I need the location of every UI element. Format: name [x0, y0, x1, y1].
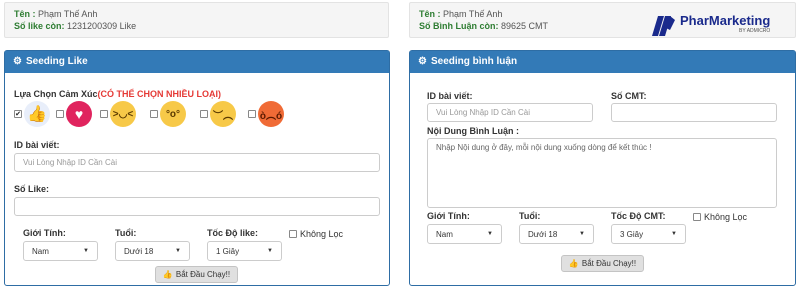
gender-select[interactable]: Nam ▼: [427, 224, 502, 244]
chevron-down-icon: ▼: [487, 231, 493, 237]
logo-brand-text: PharMarketing: [680, 13, 771, 28]
content-label: Nội Dung Bình Luận :: [427, 126, 519, 136]
post-id-label: ID bài viết:: [427, 91, 473, 101]
logo-mark-icon: [652, 16, 675, 36]
gender-label: Giới Tính:: [23, 228, 66, 238]
speed-select[interactable]: 3 Giây ▼: [611, 224, 686, 244]
like-remaining-label: Số like còn:: [14, 21, 65, 31]
gender-select[interactable]: Nam ▼: [23, 241, 98, 261]
no-filter-label: Không Lọc: [704, 212, 748, 222]
start-comment-label: Bắt Đầu Chạy!!: [581, 259, 637, 268]
content-textarea[interactable]: Nhập Nội dung ở đây, mỗi nội dung xuống …: [427, 138, 777, 208]
wow-icon: °o°: [160, 101, 186, 127]
seeding-like-panel: ⚙ Seeding Like Lựa Chọn Cảm Xúc(CÓ THỂ CH…: [4, 50, 390, 286]
post-id-input[interactable]: Vui Lòng Nhập ID Cần Cài: [427, 103, 593, 122]
thumbs-up-icon: 👍: [162, 270, 173, 279]
age-select[interactable]: Dưới 18 ▼: [115, 241, 190, 261]
gender-value: Nam: [32, 246, 49, 256]
like-count-input[interactable]: [14, 197, 380, 216]
emotion-note: (CÓ THỂ CHỌN NHIỀU LOẠI): [97, 89, 222, 99]
like-account-info: Tên : Phạm Thế Anh Số like còn: 12312003…: [4, 2, 389, 38]
speed-value: 1 Giây: [216, 246, 240, 256]
panel-header: ⚙ Seeding Like: [5, 51, 389, 73]
like-icon: 👍: [24, 101, 50, 127]
like-count-label: Số Like:: [14, 184, 50, 194]
chevron-down-icon: ▼: [671, 231, 677, 237]
love-icon: ♥: [66, 101, 92, 127]
seeding-comment-panel: ⚙ Seeding bình luận ID bài viết: Vui Lòng…: [409, 50, 796, 286]
age-select[interactable]: Dưới 18 ▼: [519, 224, 594, 244]
thumbs-up-icon: 👍: [568, 259, 579, 268]
emotion-haha[interactable]: >◡<: [100, 101, 136, 127]
start-comment-button[interactable]: 👍 Bắt Đầu Chạy!!: [561, 255, 644, 272]
emotion-love[interactable]: ♥: [56, 101, 92, 127]
pharmarketing-logo: PharMarketing BY ADMICRO: [650, 12, 795, 40]
panel-title: Seeding Like: [25, 56, 88, 67]
gear-icon: ⚙: [13, 56, 22, 67]
chevron-down-icon: ▼: [267, 248, 273, 254]
like-remaining-value: 1231200309 Like: [67, 21, 137, 31]
comment-remaining-value: 89625 CMT: [501, 21, 549, 31]
post-id-label: ID bài viết:: [14, 140, 60, 150]
emotion-sad[interactable]: ︶︵: [200, 101, 236, 127]
emotion-angry[interactable]: ò︵ó: [248, 101, 284, 127]
emotion-like-checkbox[interactable]: ✔: [14, 110, 22, 118]
age-label: Tuổi:: [519, 211, 541, 221]
emotion-wow-checkbox[interactable]: [150, 110, 158, 118]
emotion-love-checkbox[interactable]: [56, 110, 64, 118]
emotion-sad-checkbox[interactable]: [200, 110, 208, 118]
gender-label: Giới Tính:: [427, 211, 470, 221]
no-filter-label: Không Lọc: [300, 229, 344, 239]
panel-header: ⚙ Seeding bình luận: [410, 51, 795, 73]
cmt-count-input[interactable]: [611, 103, 777, 122]
speed-label: Tốc Độ like:: [207, 228, 259, 238]
sad-icon: ︶︵: [210, 101, 236, 127]
panel-title: Seeding bình luận: [430, 56, 518, 67]
haha-icon: >◡<: [110, 101, 136, 127]
start-like-button[interactable]: 👍 Bắt Đầu Chạy!!: [155, 266, 238, 283]
start-like-label: Bắt Đầu Chạy!!: [175, 270, 231, 279]
name-label: Tên :: [14, 9, 36, 19]
chevron-down-icon: ▼: [83, 248, 89, 254]
emotion-wow[interactable]: °o°: [150, 101, 186, 127]
no-filter-box[interactable]: [289, 230, 297, 238]
logo-by-text: BY ADMICRO: [739, 28, 771, 34]
post-id-input[interactable]: Vui Lòng Nhập ID Cần Cài: [14, 153, 380, 172]
name-label: Tên :: [419, 9, 441, 19]
no-filter-checkbox[interactable]: Không Lọc: [289, 229, 343, 239]
name-value: Phạm Thế Anh: [38, 9, 98, 19]
age-value: Dưới 18: [528, 229, 558, 239]
age-value: Dưới 18: [124, 246, 154, 256]
age-label: Tuổi:: [115, 228, 137, 238]
emotion-haha-checkbox[interactable]: [100, 110, 108, 118]
emotion-angry-checkbox[interactable]: [248, 110, 256, 118]
chevron-down-icon: ▼: [579, 231, 585, 237]
name-value: Phạm Thế Anh: [443, 9, 503, 19]
gear-icon: ⚙: [418, 56, 427, 67]
speed-value: 3 Giây: [620, 229, 644, 239]
comment-remaining-label: Số Bình Luận còn:: [419, 21, 499, 31]
no-filter-box[interactable]: [693, 213, 701, 221]
speed-select[interactable]: 1 Giây ▼: [207, 241, 282, 261]
no-filter-checkbox[interactable]: Không Lọc: [693, 212, 747, 222]
chevron-down-icon: ▼: [175, 248, 181, 254]
angry-icon: ò︵ó: [258, 101, 284, 127]
speed-label: Tốc Độ CMT:: [611, 211, 666, 221]
emotion-like[interactable]: ✔ 👍: [14, 101, 50, 127]
cmt-count-label: Số CMT:: [611, 91, 647, 101]
emotion-label: Lựa Chọn Cảm Xúc: [14, 89, 98, 99]
gender-value: Nam: [436, 229, 453, 239]
emotion-label-row: Lựa Chọn Cảm Xúc(CÓ THỂ CHỌN NHIỀU LOẠI): [14, 89, 221, 99]
